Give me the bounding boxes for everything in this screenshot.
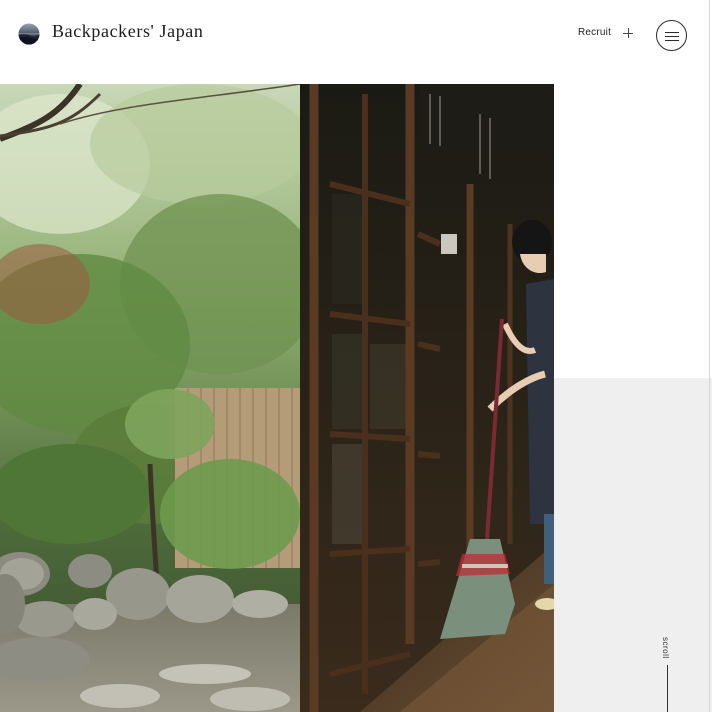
hamburger-menu-icon [665, 36, 679, 37]
nav-recruit-link[interactable]: Recruit [578, 27, 611, 38]
scroll-indicator-line [667, 665, 668, 712]
hero-photo [0, 84, 554, 712]
site-header: Backpackers' Japan Recruit [0, 0, 712, 84]
hamburger-menu-icon [665, 32, 679, 33]
hamburger-menu-button[interactable] [656, 20, 687, 51]
hero-photo-icon [0, 84, 554, 712]
scroll-indicator-label[interactable]: scroll [661, 637, 670, 659]
hamburger-menu-icon [665, 40, 679, 41]
plus-icon[interactable] [623, 28, 633, 38]
brand-name[interactable]: Backpackers' Japan [52, 21, 203, 42]
moon-landscape-logo-icon[interactable] [18, 23, 40, 45]
page-edge-divider [709, 0, 710, 712]
side-panel-bottom [554, 378, 712, 712]
side-panel-top [554, 84, 712, 378]
